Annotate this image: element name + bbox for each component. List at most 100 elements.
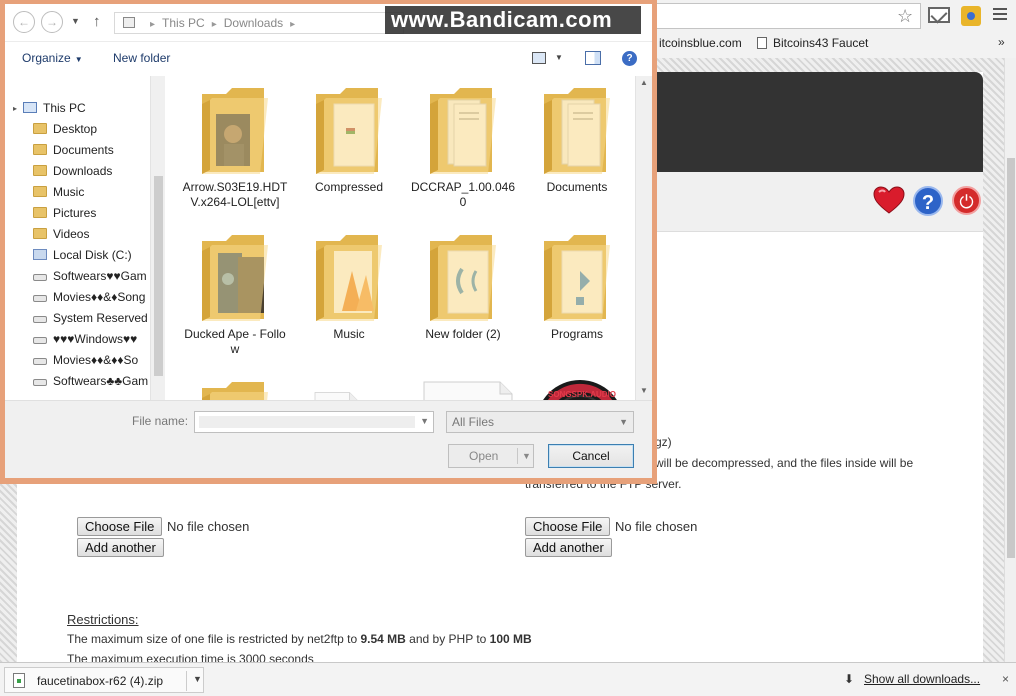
nav-item-label: Music [53, 185, 85, 199]
gmail-extension-icon[interactable] [928, 7, 950, 23]
scroll-down-icon[interactable]: ▼ [640, 386, 648, 395]
page-icon [757, 37, 767, 49]
folder-icon [430, 235, 496, 321]
expand-icon[interactable]: ▸ [13, 104, 17, 113]
breadcrumb-separator-icon: ▸ [290, 19, 296, 30]
help-icon[interactable]: ? [913, 186, 943, 216]
cancel-button[interactable]: Cancel [548, 444, 634, 468]
nav-item[interactable]: Movies♦♦&♦Song [33, 287, 145, 307]
file-tile[interactable]: Programs [522, 223, 632, 363]
file-tile[interactable]: DCCRAP_1.00.0460 [408, 76, 518, 216]
nav-item[interactable]: Music [33, 182, 84, 202]
address-bar[interactable] [655, 3, 921, 29]
add-another-button-right[interactable]: Add another [525, 538, 612, 557]
file-tile[interactable] [294, 370, 404, 400]
breadcrumb-downloads[interactable]: Downloads [224, 16, 283, 30]
nav-item-label: Softwears♣♣Gam [53, 374, 149, 388]
nav-item-label: Videos [53, 227, 90, 241]
show-all-downloads-link[interactable]: Show all downloads... [864, 672, 980, 686]
recent-locations-chevron-icon[interactable]: ▼ [71, 16, 80, 26]
file-tile[interactable]: SONGSPK.AUDIO [516, 370, 626, 400]
file-name-input[interactable]: ▼ [194, 411, 434, 433]
logout-power-icon[interactable]: ⏻ [952, 186, 981, 215]
folder-icon [33, 228, 47, 239]
restriction-prefix: The maximum size of one file is restrict… [67, 632, 361, 646]
file-type-select[interactable]: All Files ▼ [446, 411, 634, 433]
file-tile[interactable]: Compressed [294, 76, 404, 216]
new-folder-button[interactable]: New folder [113, 51, 170, 65]
no-file-chosen-right: No file chosen [615, 519, 698, 534]
folder-icon [430, 88, 496, 174]
choose-file-button-right[interactable]: Choose File [525, 517, 611, 536]
file-tile[interactable]: Ducked Ape - Follow [180, 223, 290, 363]
bookmark-bitcoins43-faucet[interactable]: Bitcoins43 Faucet [757, 36, 868, 50]
nav-item[interactable]: System Reserved [33, 308, 148, 328]
nav-item[interactable]: Movies♦♦&♦♦So [33, 350, 138, 370]
folder-icon [33, 144, 47, 155]
page-scrollbar-thumb[interactable] [1007, 158, 1015, 558]
file-icon [314, 392, 358, 400]
heart-icon[interactable] [873, 186, 905, 214]
breadcrumb-separator-icon: ▸ [211, 19, 217, 30]
file-tile[interactable]: New folder (2) [408, 223, 518, 363]
file-list-scrollbar[interactable]: ▲ ▼ [635, 76, 652, 400]
folder-icon [316, 88, 382, 174]
navigation-pane-scrollbar[interactable] [150, 76, 165, 400]
organize-menu[interactable]: Organize ▼ [22, 51, 83, 65]
chevron-down-icon[interactable]: ▼ [522, 445, 531, 467]
download-shelf: faucetinabox-r62 (4).zip ▼ ⬇ Show all do… [0, 662, 1016, 696]
choose-file-button-left[interactable]: Choose File [77, 517, 163, 536]
page-scrollbar[interactable] [1004, 58, 1016, 662]
help-icon[interactable]: ? [622, 51, 637, 66]
file-tile[interactable]: Documents [522, 76, 632, 216]
bookmark-bitcoinsblue[interactable]: itcoinsblue.com [659, 36, 742, 50]
nav-item[interactable]: Videos [33, 224, 89, 244]
net2ftp-limit: 9.54 MB [360, 632, 406, 646]
nav-item[interactable]: Local Disk (C:) [33, 245, 132, 265]
download-item[interactable]: faucetinabox-r62 (4).zip ▼ [4, 667, 204, 693]
folder-icon [202, 88, 268, 174]
file-open-dialog: ← → ▼ ↑ ▸ This PC ▸ Downloads ▸ www.Bandicam… [0, 0, 657, 484]
nav-item[interactable]: Downloads [33, 161, 112, 181]
folder-icon [33, 123, 47, 134]
drive-icon [33, 295, 47, 302]
chevron-down-icon[interactable]: ▼ [555, 53, 563, 62]
nav-item[interactable]: Documents [33, 140, 114, 160]
file-tile[interactable]: Arrow.S03E19.HDTV.x264-LOL[ettv] [180, 76, 290, 216]
chevron-down-icon[interactable]: ▼ [420, 416, 429, 426]
file-name-label: File name: [132, 414, 189, 428]
file-tile-label: Compressed [314, 180, 384, 194]
chevron-down-icon[interactable]: ▼ [193, 674, 202, 684]
change-view-icon[interactable] [532, 52, 546, 64]
nav-item-label: ♥♥♥Windows♥♥ [53, 332, 138, 346]
close-icon[interactable]: × [1002, 672, 1009, 686]
hamburger-menu-icon[interactable] [993, 8, 1007, 23]
preview-pane-icon[interactable] [585, 51, 601, 65]
scrollbar-thumb[interactable] [154, 176, 163, 376]
scroll-up-icon[interactable]: ▲ [640, 78, 648, 87]
nav-item[interactable]: Softwears♣♣Gam [33, 371, 148, 391]
nav-item[interactable]: ♥♥♥Windows♥♥ [33, 329, 137, 349]
drive-icon [33, 358, 47, 365]
open-button[interactable]: Open ▼ [448, 444, 534, 468]
bookmark-star-icon[interactable]: ☆ [897, 6, 913, 27]
nav-item[interactable]: Softwears♥♥Gam [33, 266, 147, 286]
extension-icon[interactable] [961, 6, 981, 26]
up-arrow-icon[interactable]: ↑ [93, 13, 101, 30]
add-another-button-left[interactable]: Add another [77, 538, 164, 557]
back-arrow-icon[interactable]: ← [13, 11, 35, 33]
file-tile[interactable] [180, 370, 290, 400]
nav-item[interactable]: Desktop [33, 119, 97, 139]
forward-arrow-icon[interactable]: → [41, 11, 63, 33]
chevron-down-icon: ▼ [74, 55, 83, 64]
file-tile[interactable]: Music [294, 223, 404, 363]
bookmarks-overflow-button[interactable]: » [998, 35, 1005, 49]
breadcrumb-this-pc[interactable]: This PC [162, 16, 205, 30]
breadcrumb[interactable]: ▸ This PC ▸ Downloads ▸ [114, 12, 404, 34]
nav-item[interactable]: Pictures [33, 203, 96, 223]
drive-icon [33, 274, 47, 281]
bookmark-label: Bitcoins43 Faucet [773, 36, 869, 50]
file-tile[interactable] [402, 370, 513, 400]
file-tile-label: DCCRAP_1.00.0460 [410, 180, 516, 209]
nav-item[interactable]: This PC [23, 98, 86, 118]
